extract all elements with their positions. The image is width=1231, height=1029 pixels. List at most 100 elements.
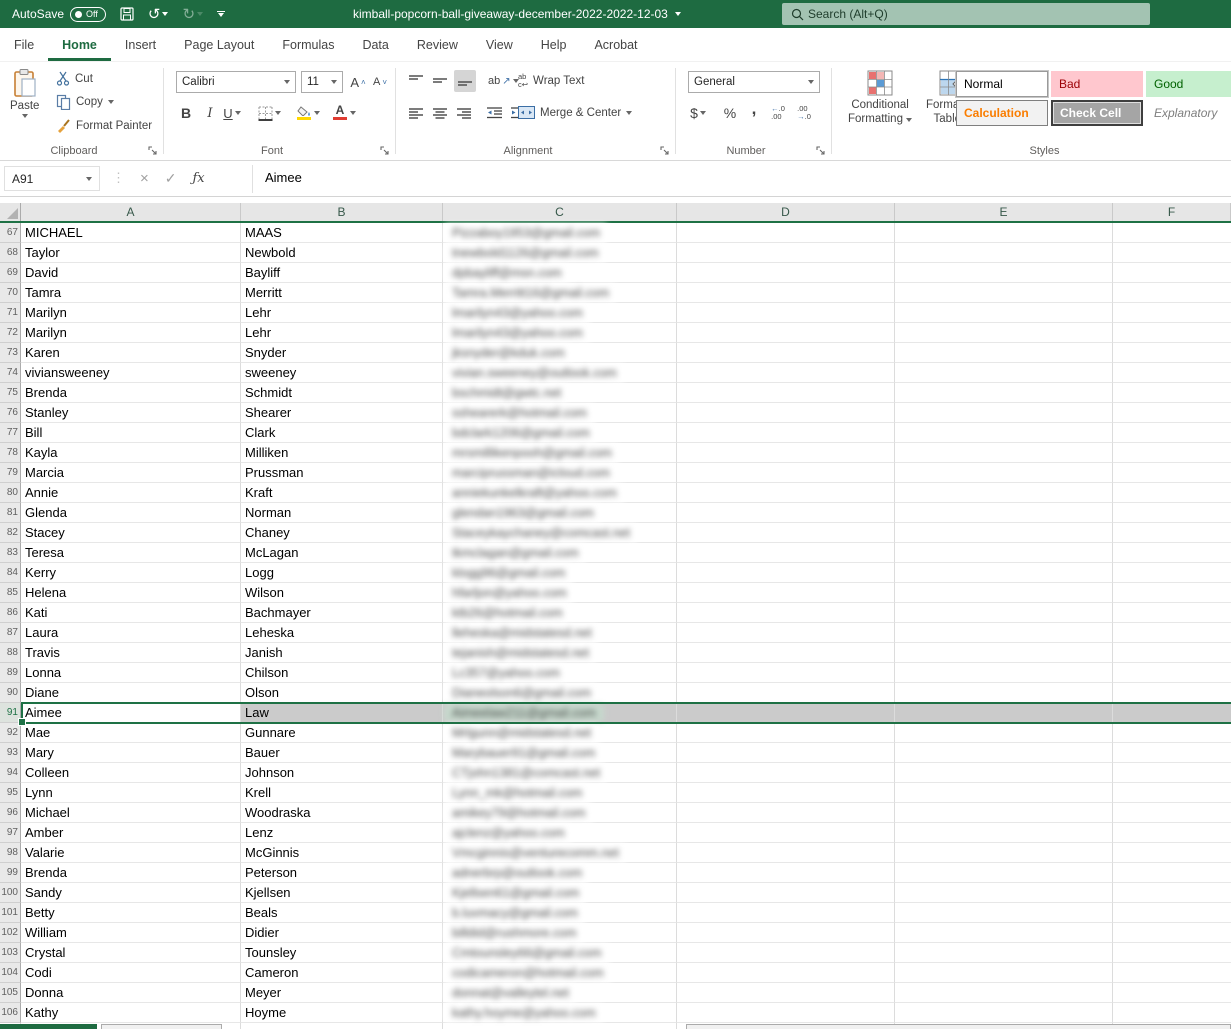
row-header-86[interactable]: 86 bbox=[0, 603, 21, 623]
cell-first-name[interactable]: Michael bbox=[21, 803, 241, 823]
cell-email[interactable]: billdid@rushmore.com bbox=[443, 923, 677, 943]
cell-last-name[interactable]: Lenz bbox=[241, 823, 443, 843]
cell-empty[interactable] bbox=[677, 543, 895, 563]
row-header-91[interactable]: 91 bbox=[0, 703, 21, 723]
font-color-button[interactable]: A bbox=[330, 100, 350, 122]
cell-email[interactable]: Dianeolson6@gmail.com bbox=[443, 683, 677, 703]
cell-empty[interactable] bbox=[677, 943, 895, 963]
cell-empty[interactable] bbox=[895, 503, 1113, 523]
cell-empty[interactable] bbox=[677, 363, 895, 383]
cell-empty[interactable] bbox=[895, 703, 1113, 723]
cell-empty[interactable] bbox=[1113, 303, 1231, 323]
cell-empty[interactable] bbox=[1113, 763, 1231, 783]
cell-empty[interactable] bbox=[895, 803, 1113, 823]
cell-email[interactable]: b.luvmacy@gmail.com bbox=[443, 903, 677, 923]
cell-last-name[interactable]: Shearer bbox=[241, 403, 443, 423]
cell-empty[interactable] bbox=[677, 643, 895, 663]
cell-email[interactable]: Marybauer91@gmail.com bbox=[443, 743, 677, 763]
row-header-94[interactable]: 94 bbox=[0, 763, 21, 783]
cell-empty[interactable] bbox=[895, 303, 1113, 323]
cell-empty[interactable] bbox=[1113, 503, 1231, 523]
cell-empty[interactable] bbox=[1113, 323, 1231, 343]
font-color-dropdown-icon[interactable] bbox=[350, 111, 356, 115]
cell-empty[interactable] bbox=[895, 943, 1113, 963]
cell-last-name[interactable]: Bachmayer bbox=[241, 603, 443, 623]
tab-home[interactable]: Home bbox=[48, 28, 111, 61]
paste-button[interactable]: Paste bbox=[10, 68, 39, 118]
cell-email[interactable]: marciprussman@icloud.com bbox=[443, 463, 677, 483]
cell-empty[interactable] bbox=[895, 323, 1113, 343]
cell-first-name[interactable]: David bbox=[21, 263, 241, 283]
cell-first-name[interactable]: Brenda bbox=[21, 383, 241, 403]
cell-empty[interactable] bbox=[1113, 663, 1231, 683]
cell-style-bad[interactable]: Bad bbox=[1051, 71, 1143, 97]
cell-last-name[interactable]: Logg bbox=[241, 563, 443, 583]
tab-insert[interactable]: Insert bbox=[111, 28, 170, 61]
cell-empty[interactable] bbox=[677, 763, 895, 783]
cell-empty[interactable] bbox=[895, 623, 1113, 643]
cell-email[interactable]: tkmclagan@gmail.com bbox=[443, 543, 677, 563]
column-header-f[interactable]: F bbox=[1113, 203, 1231, 221]
cell-last-name[interactable]: Law bbox=[241, 703, 443, 723]
row-header-104[interactable]: 104 bbox=[0, 963, 21, 983]
cell-email[interactable]: Kjellsen61@gmail.com bbox=[443, 883, 677, 903]
decrease-font-button[interactable]: A˅ bbox=[370, 71, 390, 93]
cell-email[interactable]: vivian.sweeney@outlook.com bbox=[443, 363, 677, 383]
column-header-c[interactable]: C bbox=[443, 203, 677, 221]
cell-empty[interactable] bbox=[677, 283, 895, 303]
cell-empty[interactable] bbox=[677, 623, 895, 643]
cell-empty[interactable] bbox=[895, 583, 1113, 603]
row-header-73[interactable]: 73 bbox=[0, 343, 21, 363]
cell-empty[interactable] bbox=[895, 283, 1113, 303]
cell-first-name[interactable]: Kayla bbox=[21, 443, 241, 463]
cell-empty[interactable] bbox=[1113, 803, 1231, 823]
cell-first-name[interactable]: Amber bbox=[21, 823, 241, 843]
row-header-81[interactable]: 81 bbox=[0, 503, 21, 523]
cell-empty[interactable] bbox=[895, 903, 1113, 923]
cell-empty[interactable] bbox=[895, 383, 1113, 403]
cell-empty[interactable] bbox=[895, 563, 1113, 583]
row-header-92[interactable]: 92 bbox=[0, 723, 21, 743]
row-header-98[interactable]: 98 bbox=[0, 843, 21, 863]
cell-empty[interactable] bbox=[895, 843, 1113, 863]
cell-email[interactable]: tejanish@midstatesd.net bbox=[443, 643, 677, 663]
merge-center-button[interactable]: Merge & Center bbox=[518, 106, 632, 119]
column-header-a[interactable]: A bbox=[21, 203, 241, 221]
cell-empty[interactable] bbox=[677, 963, 895, 983]
cell-empty[interactable] bbox=[1113, 823, 1231, 843]
cell-empty[interactable] bbox=[895, 403, 1113, 423]
tab-acrobat[interactable]: Acrobat bbox=[580, 28, 651, 61]
cell-empty[interactable] bbox=[677, 923, 895, 943]
cell-empty[interactable] bbox=[895, 243, 1113, 263]
cell-email[interactable]: Pizzaboy1953@gmail.com bbox=[443, 223, 677, 243]
cell-first-name[interactable]: Aimee bbox=[21, 703, 241, 723]
cell-empty[interactable] bbox=[677, 983, 895, 1003]
bottom-align-button[interactable] bbox=[454, 70, 476, 92]
cell-last-name[interactable]: Krell bbox=[241, 783, 443, 803]
fill-color-button[interactable] bbox=[294, 102, 314, 124]
row-header-69[interactable]: 69 bbox=[0, 263, 21, 283]
cell-last-name[interactable]: sweeney bbox=[241, 363, 443, 383]
cell-empty[interactable] bbox=[1113, 563, 1231, 583]
accounting-format-button[interactable]: $ bbox=[688, 102, 708, 124]
row-header-68[interactable]: 68 bbox=[0, 243, 21, 263]
cell-empty[interactable] bbox=[677, 523, 895, 543]
cell-email[interactable]: Mrlgunn@midstatesd.net bbox=[443, 723, 677, 743]
row-header-96[interactable]: 96 bbox=[0, 803, 21, 823]
cell-email[interactable]: Staceykaychaney@comcast.net bbox=[443, 523, 677, 543]
cell-first-name[interactable]: Taylor bbox=[21, 243, 241, 263]
decrease-indent-button[interactable] bbox=[484, 102, 504, 124]
cell-empty[interactable] bbox=[677, 703, 895, 723]
cell-first-name[interactable]: Valarie bbox=[21, 843, 241, 863]
cell-last-name[interactable]: Tounsley bbox=[241, 943, 443, 963]
cell-empty[interactable] bbox=[895, 443, 1113, 463]
cell-empty[interactable] bbox=[1113, 523, 1231, 543]
cell-empty[interactable] bbox=[1113, 963, 1231, 983]
borders-button[interactable] bbox=[258, 102, 281, 124]
cell-empty[interactable] bbox=[1113, 483, 1231, 503]
insert-function-button[interactable]: ƒx bbox=[193, 171, 205, 186]
document-title[interactable]: kimball-popcorn-ball-giveaway-december-2… bbox=[353, 0, 681, 28]
cell-empty[interactable] bbox=[1113, 843, 1231, 863]
cell-first-name[interactable]: Stacey bbox=[21, 523, 241, 543]
cell-empty[interactable] bbox=[1113, 263, 1231, 283]
